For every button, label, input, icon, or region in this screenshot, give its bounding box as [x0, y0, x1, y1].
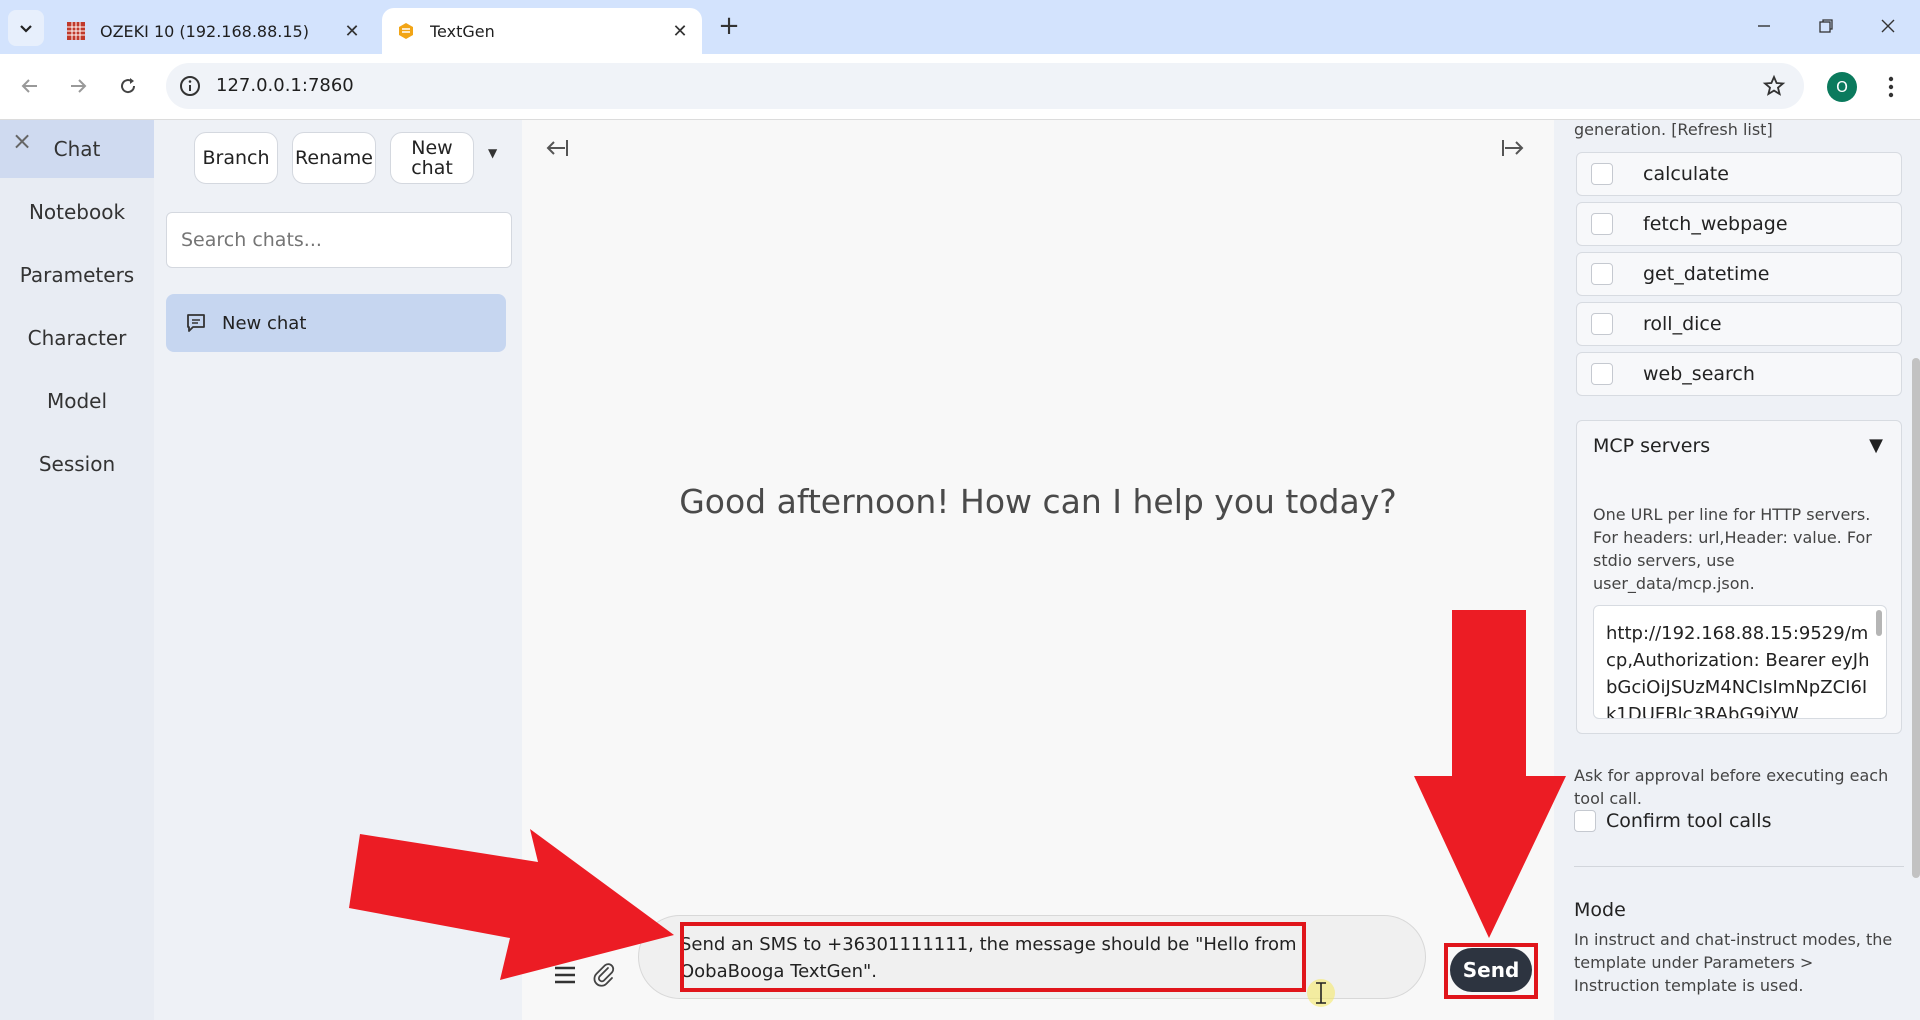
nav-item-parameters[interactable]: Parameters [0, 246, 154, 304]
browser-toolbar: 127.0.0.1:7860 O [0, 54, 1920, 120]
nav-item-character[interactable]: Character [0, 309, 154, 367]
tool-checkbox[interactable] [1591, 363, 1613, 385]
new-chat-button[interactable]: New chat [390, 132, 474, 184]
chat-list-panel: Branch Rename New chat ▼ New chat [154, 120, 522, 1020]
send-highlight-box [1444, 943, 1538, 999]
checkbox[interactable] [1574, 810, 1596, 832]
chat-main-area: Good afternoon! How can I help you today… [522, 120, 1554, 1020]
browser-menu-icon[interactable] [1876, 70, 1906, 104]
mcp-servers-textarea[interactable]: http://192.168.88.15:9529/mcp,Authorizat… [1593, 605, 1887, 719]
left-nav: Chat × Notebook Parameters Character Mod… [0, 120, 154, 1020]
close-icon[interactable]: ✕ [666, 17, 694, 45]
tool-checkbox[interactable] [1591, 313, 1613, 335]
mcp-description: One URL per line for HTTP servers. For h… [1593, 505, 1872, 593]
close-sidebar-icon[interactable]: × [10, 129, 34, 154]
ozeki-grid-icon [67, 22, 85, 40]
tool-web-search[interactable]: web_search [1576, 352, 1902, 396]
reload-icon[interactable] [110, 68, 146, 104]
close-icon[interactable]: ✕ [338, 17, 366, 45]
collapse-right-panel-icon[interactable] [1494, 128, 1534, 168]
tool-checkbox[interactable] [1591, 263, 1613, 285]
textgen-icon [399, 23, 413, 39]
input-highlight-box [680, 922, 1306, 992]
triangle-down-icon[interactable]: ▼ [1869, 435, 1883, 456]
tool-fetch-webpage[interactable]: fetch_webpage [1576, 202, 1902, 246]
mode-title: Mode [1574, 899, 1626, 921]
tab-textgen[interactable]: TextGen ✕ [382, 8, 702, 54]
search-chats-input[interactable] [166, 212, 512, 268]
tool-get-datetime[interactable]: get_datetime [1576, 252, 1902, 296]
textarea-scrollbar[interactable] [1876, 610, 1882, 636]
address-bar[interactable]: 127.0.0.1:7860 [166, 63, 1804, 109]
tool-label: fetch_webpage [1643, 213, 1788, 235]
nav-item-session[interactable]: Session [0, 435, 154, 493]
tool-checkbox[interactable] [1591, 163, 1613, 185]
chevron-down-icon [20, 25, 32, 33]
tool-checkbox[interactable] [1591, 213, 1613, 235]
profile-avatar[interactable]: O [1827, 72, 1857, 102]
site-info-icon[interactable] [178, 74, 202, 98]
approval-description: Ask for approval before executing each t… [1574, 766, 1889, 808]
textgen-app: Chat × Notebook Parameters Character Mod… [0, 120, 1920, 1020]
tool-label: web_search [1643, 363, 1755, 385]
rename-button[interactable]: Rename [292, 132, 376, 184]
new-tab-plus-icon[interactable]: + [714, 12, 744, 42]
restore-icon[interactable] [1806, 8, 1846, 44]
hamburger-menu-icon[interactable] [552, 962, 578, 988]
tab-ozeki[interactable]: OZEKI 10 (192.168.88.15) ✕ [52, 8, 374, 54]
divider [1574, 866, 1904, 867]
tab-title: OZEKI 10 (192.168.88.15) [100, 21, 309, 41]
tool-calculate[interactable]: calculate [1576, 152, 1902, 196]
page-scrollbar[interactable] [1912, 358, 1920, 878]
tool-label: get_datetime [1643, 263, 1770, 285]
tools-panel: generation. [Refresh list] calculate fet… [1554, 120, 1920, 1020]
nav-item-model[interactable]: Model [0, 372, 154, 430]
minimize-icon[interactable] [1744, 8, 1784, 44]
browser-tab-strip: OZEKI 10 (192.168.88.15) ✕ TextGen ✕ + [0, 0, 1920, 54]
back-arrow-icon[interactable] [12, 68, 48, 104]
mcp-servers-title[interactable]: MCP servers [1593, 435, 1710, 457]
confirm-tool-calls-label: Confirm tool calls [1606, 810, 1772, 832]
window-close-icon[interactable] [1868, 8, 1908, 44]
greeting-text: Good afternoon! How can I help you today… [679, 482, 1397, 521]
tool-label: calculate [1643, 163, 1729, 185]
mode-description: In instruct and chat-instruct modes, the… [1574, 930, 1893, 995]
chat-item-label: New chat [222, 312, 307, 334]
chat-list-item[interactable]: New chat [166, 294, 506, 352]
chat-bubble-icon [187, 314, 205, 332]
paperclip-icon[interactable] [590, 960, 618, 988]
tab-title: TextGen [430, 21, 495, 41]
mcp-servers-value: http://192.168.88.15:9529/mcp,Authorizat… [1606, 623, 1870, 719]
tab-search-button[interactable] [8, 10, 44, 46]
chat-actions-dropdown-icon[interactable]: ▼ [488, 146, 497, 160]
url-text[interactable]: 127.0.0.1:7860 [216, 63, 354, 109]
branch-button[interactable]: Branch [194, 132, 278, 184]
forward-arrow-icon[interactable] [60, 68, 96, 104]
confirm-tool-calls-checkbox[interactable]: Confirm tool calls [1574, 810, 1772, 832]
refresh-list-hint[interactable]: generation. [Refresh list] [1574, 120, 1773, 139]
mcp-servers-accordion: MCP servers ▼ One URL per line for HTTP … [1576, 420, 1902, 734]
tool-roll-dice[interactable]: roll_dice [1576, 302, 1902, 346]
collapse-left-panel-icon[interactable] [536, 128, 576, 168]
tool-label: roll_dice [1643, 313, 1722, 335]
bookmark-star-icon[interactable] [1762, 74, 1786, 98]
nav-item-notebook[interactable]: Notebook [0, 183, 154, 241]
